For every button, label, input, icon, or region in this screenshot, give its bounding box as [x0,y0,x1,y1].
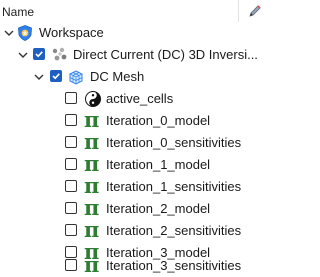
mesh-icon [69,70,83,85]
tree-item-label: Iteration_1_sensitivities [106,179,242,194]
visibility-checkbox[interactable] [65,202,77,214]
tree-item-label: Direct Current (DC) 3D Inversi... [73,47,258,62]
column-divider[interactable] [238,0,239,22]
tree-item-label: Workspace [39,25,104,40]
tree-item-dc-inversion[interactable]: Direct Current (DC) 3D Inversi... [0,44,280,66]
tree-item-iteration[interactable]: π Iteration_2_sensitivities [0,218,280,242]
tree-item-label: Iteration_0_model [106,113,211,128]
tree-item-label: Iteration_2_sensitivities [106,223,242,238]
yin-yang-icon [85,91,101,107]
tree-item-iteration[interactable]: π Iteration_0_model [0,108,280,132]
pencil-icon[interactable] [247,3,263,19]
chevron-down-icon[interactable] [17,49,29,61]
chevron-down-icon[interactable] [3,27,15,39]
visibility-checkbox[interactable] [65,180,77,192]
tree-item-dc-mesh[interactable]: DC Mesh [0,66,280,88]
tree-item-label: Iteration_0_sensitivities [106,135,242,150]
tree-item-iteration[interactable]: π Iteration_2_model [0,196,280,220]
visibility-checkbox[interactable] [65,92,77,104]
tree-item-active-cells[interactable]: active_cells [0,88,280,110]
tree-item-label: Iteration_1_model [106,157,211,172]
visibility-checkbox[interactable] [33,48,45,60]
tree-item-label: DC Mesh [90,69,145,84]
chevron-down-icon[interactable] [33,71,45,83]
tree-item-iteration[interactable]: π Iteration_1_model [0,152,280,176]
column-header-name[interactable]: Name [2,5,34,19]
dc-inversion-icon [52,47,67,61]
visibility-checkbox[interactable] [50,70,62,82]
workspace-icon [18,25,32,41]
visibility-checkbox[interactable] [65,224,77,236]
tree-item-label: Iteration_2_model [106,201,211,216]
visibility-checkbox[interactable] [65,158,77,170]
tree-header: Name [0,0,280,24]
visibility-checkbox[interactable] [65,259,77,271]
tree-item-iteration[interactable]: π Iteration_0_sensitivities [0,130,280,154]
visibility-checkbox[interactable] [65,136,77,148]
tree-item-label: Iteration_3_sensitivities [106,258,242,273]
visibility-checkbox[interactable] [65,114,77,126]
pi-icon: π [84,252,100,277]
tree-item-iteration[interactable]: π Iteration_3_sensitivities [0,252,280,277]
tree-item-workspace[interactable]: Workspace [0,22,280,44]
tree-item-label: active_cells [106,91,174,106]
tree-item-iteration[interactable]: π Iteration_1_sensitivities [0,174,280,198]
